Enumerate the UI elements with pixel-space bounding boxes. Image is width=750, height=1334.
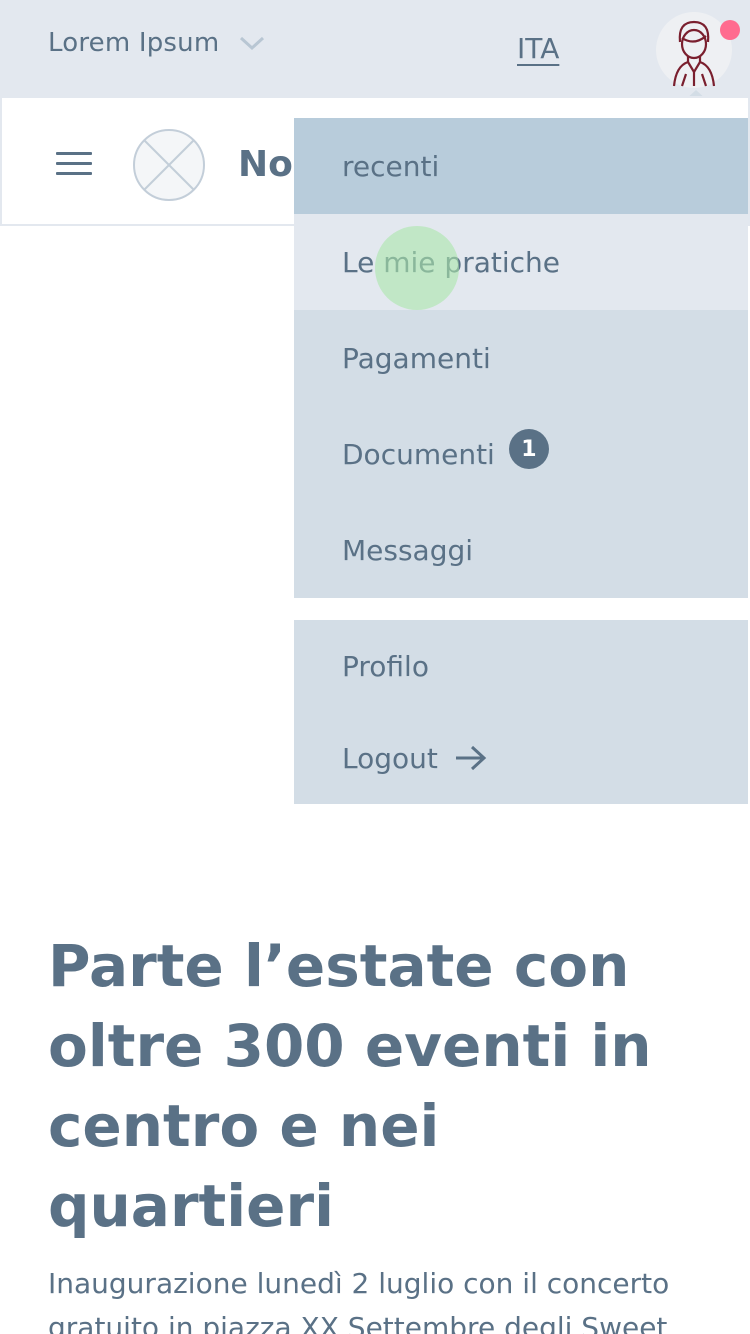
menu-item-pagamenti[interactable]: Pagamenti	[294, 310, 748, 406]
menu-item-recenti[interactable]: recenti	[294, 118, 748, 214]
menu-item-label: Messaggi	[342, 533, 474, 567]
chevron-down-icon	[240, 36, 265, 51]
brand-selector[interactable]: Lorem Ipsum	[48, 28, 267, 58]
hamburger-menu-icon[interactable]	[56, 152, 92, 176]
logo-placeholder-icon	[133, 129, 205, 201]
article-lead: Inaugurazione lunedì 2 luglio con il con…	[48, 1267, 670, 1334]
notification-dot	[720, 20, 740, 40]
language-selector[interactable]: ITA	[517, 32, 559, 65]
site-title[interactable]: Nome del Comune	[238, 144, 298, 185]
menu-item-le-mie-pratiche[interactable]: Le mie pratiche	[294, 214, 748, 310]
user-avatar[interactable]	[656, 12, 732, 88]
arrow-right-icon	[455, 745, 487, 771]
menu-item-label: Pagamenti	[342, 341, 491, 375]
user-avatar-icon	[672, 20, 716, 87]
menu-divider	[294, 598, 748, 620]
brand-label: Lorem Ipsum	[48, 28, 220, 58]
menu-item-documenti[interactable]: Documenti 1	[294, 406, 748, 502]
count-badge: 1	[508, 429, 549, 469]
menu-item-label: recenti	[342, 149, 440, 183]
menu-item-label: Profilo	[342, 649, 429, 683]
top-bar: Lorem Ipsum ITA	[0, 0, 750, 96]
menu-item-logout[interactable]: Logout	[294, 712, 748, 804]
account-menu-group: Profilo Logout	[294, 620, 748, 804]
user-dropdown-menu: recenti Le mie pratiche Pagamenti Docume…	[294, 118, 748, 804]
menu-item-profilo[interactable]: Profilo	[294, 620, 748, 712]
menu-item-label: Logout	[342, 741, 438, 775]
menu-item-messaggi[interactable]: Messaggi	[294, 502, 748, 598]
touch-indicator	[375, 226, 459, 310]
article-headline: Parte l’estate con oltre 300 eventi in c…	[48, 932, 652, 1240]
menu-item-label: Documenti	[342, 437, 495, 471]
